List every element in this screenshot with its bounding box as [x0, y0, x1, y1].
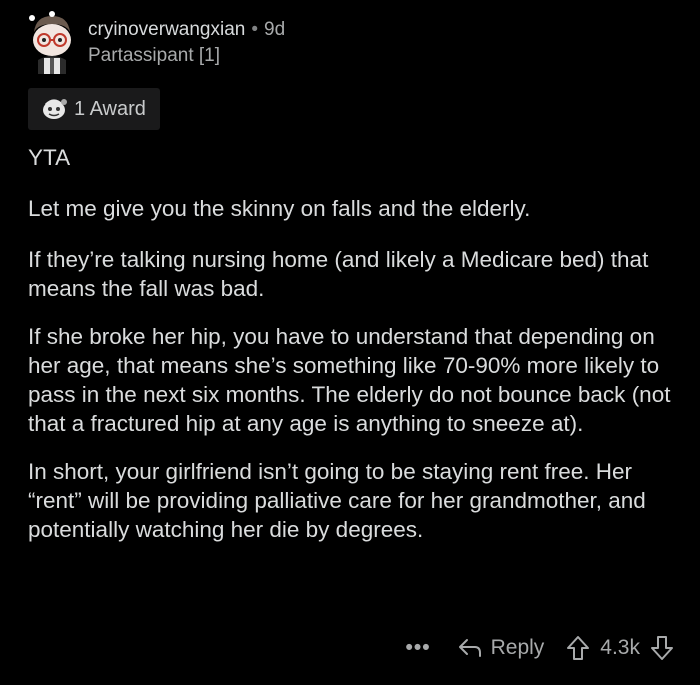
- snoo-avatar-icon: [29, 11, 71, 74]
- comment-paragraph: In short, your girlfriend isn’t going to…: [28, 459, 646, 542]
- upvote-arrow-icon[interactable]: [566, 635, 590, 661]
- meta-line: cryinoverwangxian • 9d: [88, 18, 285, 42]
- comment-paragraph: YTA: [28, 145, 71, 170]
- vote-score: 4.3k: [600, 636, 640, 659]
- more-options-button[interactable]: •••: [406, 636, 431, 660]
- reply-button[interactable]: Reply: [457, 636, 545, 660]
- reply-label: Reply: [490, 636, 545, 659]
- username[interactable]: cryinoverwangxian: [88, 19, 245, 40]
- award-badge[interactable]: 1 Award: [28, 88, 160, 130]
- comment-header: cryinoverwangxian • 9d Partassipant [1]: [22, 10, 285, 74]
- reply-arrow-icon: [458, 639, 481, 657]
- award-icon: [43, 99, 67, 119]
- comment-paragraph: Let me give you the skinny on falls and …: [28, 196, 531, 221]
- award-label: 1 Award: [74, 97, 146, 120]
- vote-controls: 4.3k: [566, 635, 674, 661]
- comment-actions: ••• Reply 4.3k: [406, 630, 674, 666]
- avatar[interactable]: [22, 10, 80, 74]
- comment-paragraph: If they’re talking nursing home (and lik…: [28, 247, 649, 301]
- comment-body: YTA Let me give you the skinny on falls …: [28, 143, 678, 563]
- downvote-arrow-icon[interactable]: [650, 635, 674, 661]
- user-flair: Partassipant [1]: [88, 45, 221, 66]
- comment: cryinoverwangxian • 9d Partassipant [1] 1 …: [0, 0, 700, 685]
- comment-paragraph: If she broke her hip, you have to unders…: [28, 324, 671, 436]
- comment-age[interactable]: 9d: [264, 19, 285, 40]
- separator-dot: •: [251, 19, 259, 40]
- comment-meta: cryinoverwangxian • 9d Partassipant [1]: [88, 18, 285, 68]
